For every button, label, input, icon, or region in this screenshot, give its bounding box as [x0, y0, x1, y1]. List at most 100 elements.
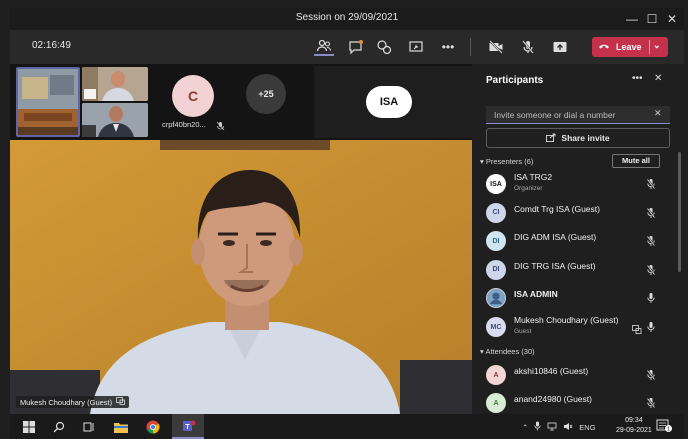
attendee-row[interactable]: Aanand24980 (Guest) — [484, 391, 674, 415]
notification-count: 1 — [667, 427, 670, 433]
presenter-row[interactable]: DI DIG ADM ISA (Guest) — [484, 229, 674, 253]
mic-icon[interactable] — [646, 320, 656, 338]
windows-taskbar: T ⌃ ENG 09:34 29-09-2021 1 — [10, 414, 684, 439]
speaker-name: Mukesh Choudhary (Guest) — [20, 397, 113, 407]
camera-off-icon[interactable] — [486, 38, 506, 56]
speaker-name-tag: Mukesh Choudhary (Guest) — [16, 396, 130, 408]
reactions-icon[interactable] — [374, 38, 394, 56]
screen-share-icon — [632, 321, 642, 339]
avatar: A — [486, 393, 506, 413]
language-indicator[interactable]: ENG — [579, 423, 595, 432]
meeting-timer: 02:16:49 — [32, 40, 71, 51]
meeting-stage: C crpf40bn20... +25 ISA Mukesh Choudhary… — [10, 64, 472, 414]
presenter-row[interactable]: ISA ISA TRG2 Organizer — [484, 172, 674, 196]
maximize-button[interactable]: ☐ — [642, 10, 662, 28]
chevron-down-icon[interactable]: ⌄ — [653, 40, 661, 51]
panel-close-icon[interactable]: ✕ — [654, 73, 662, 84]
presenter-row[interactable]: CI Comdt Trg ISA (Guest) — [484, 201, 674, 225]
more-participants-button[interactable]: +25 — [246, 74, 286, 114]
meeting-toolbar: 02:16:49 ••• Leave ⌄ — [10, 30, 684, 64]
avatar — [486, 288, 506, 309]
mic-muted-icon[interactable] — [646, 396, 656, 414]
svg-text:T: T — [185, 424, 190, 431]
chat-icon[interactable] — [346, 38, 366, 56]
leave-button[interactable]: Leave ⌄ — [592, 37, 668, 57]
attendee-row[interactable]: Aakshi10846 (Guest) — [484, 363, 674, 387]
chevron-up-icon[interactable]: ⌃ — [522, 423, 528, 432]
participant-name: DIG ADM ISA (Guest) — [514, 232, 597, 243]
panel-title: Participants — [486, 75, 544, 86]
notification-center-icon[interactable]: 1 — [656, 419, 672, 438]
leave-label: Leave — [616, 42, 642, 52]
presenter-row[interactable]: MC Mukesh Choudhary (Guest) Guest — [484, 315, 674, 339]
participant-name: ISA TRG2 — [514, 172, 553, 182]
title-bar: Session on 29/09/2021 — ☐ ✕ — [10, 8, 684, 30]
participant-avatar-c[interactable]: C — [172, 75, 214, 117]
presenter-row[interactable]: ISA ADMIN — [484, 286, 674, 310]
participants-panel: Participants ••• ✕ Invite someone or dia… — [472, 64, 684, 414]
clock-date: 29-09-2021 — [616, 427, 652, 434]
participant-avatar-isa[interactable]: ISA — [366, 86, 412, 118]
participant-role: Guest — [514, 328, 532, 335]
presenters-section-header[interactable]: ▾ Presenters (6) — [480, 157, 533, 166]
mic-muted-icon — [216, 118, 225, 136]
phone-hangup-icon — [598, 42, 610, 52]
minimize-button[interactable]: — — [622, 10, 642, 28]
participant-name: ISA ADMIN — [514, 289, 558, 300]
share-tray-icon[interactable] — [550, 38, 570, 56]
participant-name: Mukesh Choudhary (Guest) — [514, 315, 619, 325]
clear-invite-icon[interactable]: ✕ — [654, 108, 662, 119]
leave-divider — [649, 40, 650, 54]
participant-name: akshi10846 (Guest) — [514, 366, 589, 376]
search-icon[interactable] — [50, 418, 68, 436]
people-icon[interactable] — [314, 38, 334, 56]
teams-window: Session on 29/09/2021 — ☐ ✕ 02:16:49 ••• — [0, 0, 688, 439]
mic-off-icon[interactable] — [518, 38, 538, 56]
volume-icon[interactable] — [563, 422, 573, 433]
video-thumbnail-person-2[interactable] — [82, 103, 148, 137]
mic-muted-icon[interactable] — [646, 368, 656, 386]
attendees-header-label: Attendees (30) — [485, 347, 535, 356]
share-screen-icon[interactable] — [406, 38, 426, 56]
clock[interactable]: 09:34 29-09-2021 — [616, 416, 652, 436]
share-invite-button[interactable]: Share invite — [486, 128, 670, 148]
presenters-header-label: Presenters (6) — [485, 157, 534, 166]
file-explorer-icon[interactable] — [112, 418, 130, 436]
toolbar-divider — [470, 38, 471, 56]
mic-muted-icon[interactable] — [646, 177, 656, 195]
clock-time: 09:34 — [625, 417, 643, 424]
invite-input[interactable]: Invite someone or dial a number — [486, 106, 670, 124]
share-invite-icon — [546, 133, 556, 144]
mic-muted-icon[interactable] — [646, 234, 656, 252]
attendees-section-header[interactable]: ▾ Attendees (30) — [480, 347, 535, 356]
chrome-icon[interactable] — [144, 418, 162, 436]
teams-taskbar-icon[interactable]: T — [172, 414, 204, 439]
mic-muted-icon[interactable] — [646, 206, 656, 224]
participant-name: anand24980 (Guest) — [514, 394, 592, 404]
panel-more-icon[interactable]: ••• — [632, 73, 643, 84]
avatar: MC — [486, 317, 506, 337]
windows-start-icon[interactable] — [20, 418, 38, 436]
video-thumbnail-room[interactable] — [16, 67, 80, 137]
window-title: Session on 29/09/2021 — [295, 12, 399, 23]
main-speaker-video — [10, 140, 472, 414]
more-options-icon[interactable]: ••• — [438, 38, 458, 56]
mic-tray-icon[interactable] — [534, 421, 541, 433]
presenter-row[interactable]: DI DIG TRG ISA (Guest) — [484, 258, 674, 282]
share-invite-label: Share invite — [561, 133, 610, 143]
participant-role: Organizer — [514, 185, 543, 192]
screen-share-icon — [116, 397, 126, 407]
participant-name: DIG TRG ISA (Guest) — [514, 260, 596, 271]
task-view-icon[interactable] — [80, 418, 98, 436]
panel-scrollbar[interactable] — [678, 152, 681, 272]
close-window-button[interactable]: ✕ — [662, 10, 682, 28]
video-thumbnail-person-1[interactable] — [82, 67, 148, 101]
mute-all-button[interactable]: Mute all — [612, 154, 660, 168]
avatar: CI — [486, 202, 506, 223]
avatar: A — [486, 365, 506, 385]
mic-icon[interactable] — [646, 291, 656, 309]
participant-tile-name: crpf40bn20... — [162, 120, 206, 129]
mic-muted-icon[interactable] — [646, 263, 656, 281]
system-tray: ⌃ ENG — [522, 421, 596, 433]
network-icon[interactable] — [547, 422, 557, 433]
